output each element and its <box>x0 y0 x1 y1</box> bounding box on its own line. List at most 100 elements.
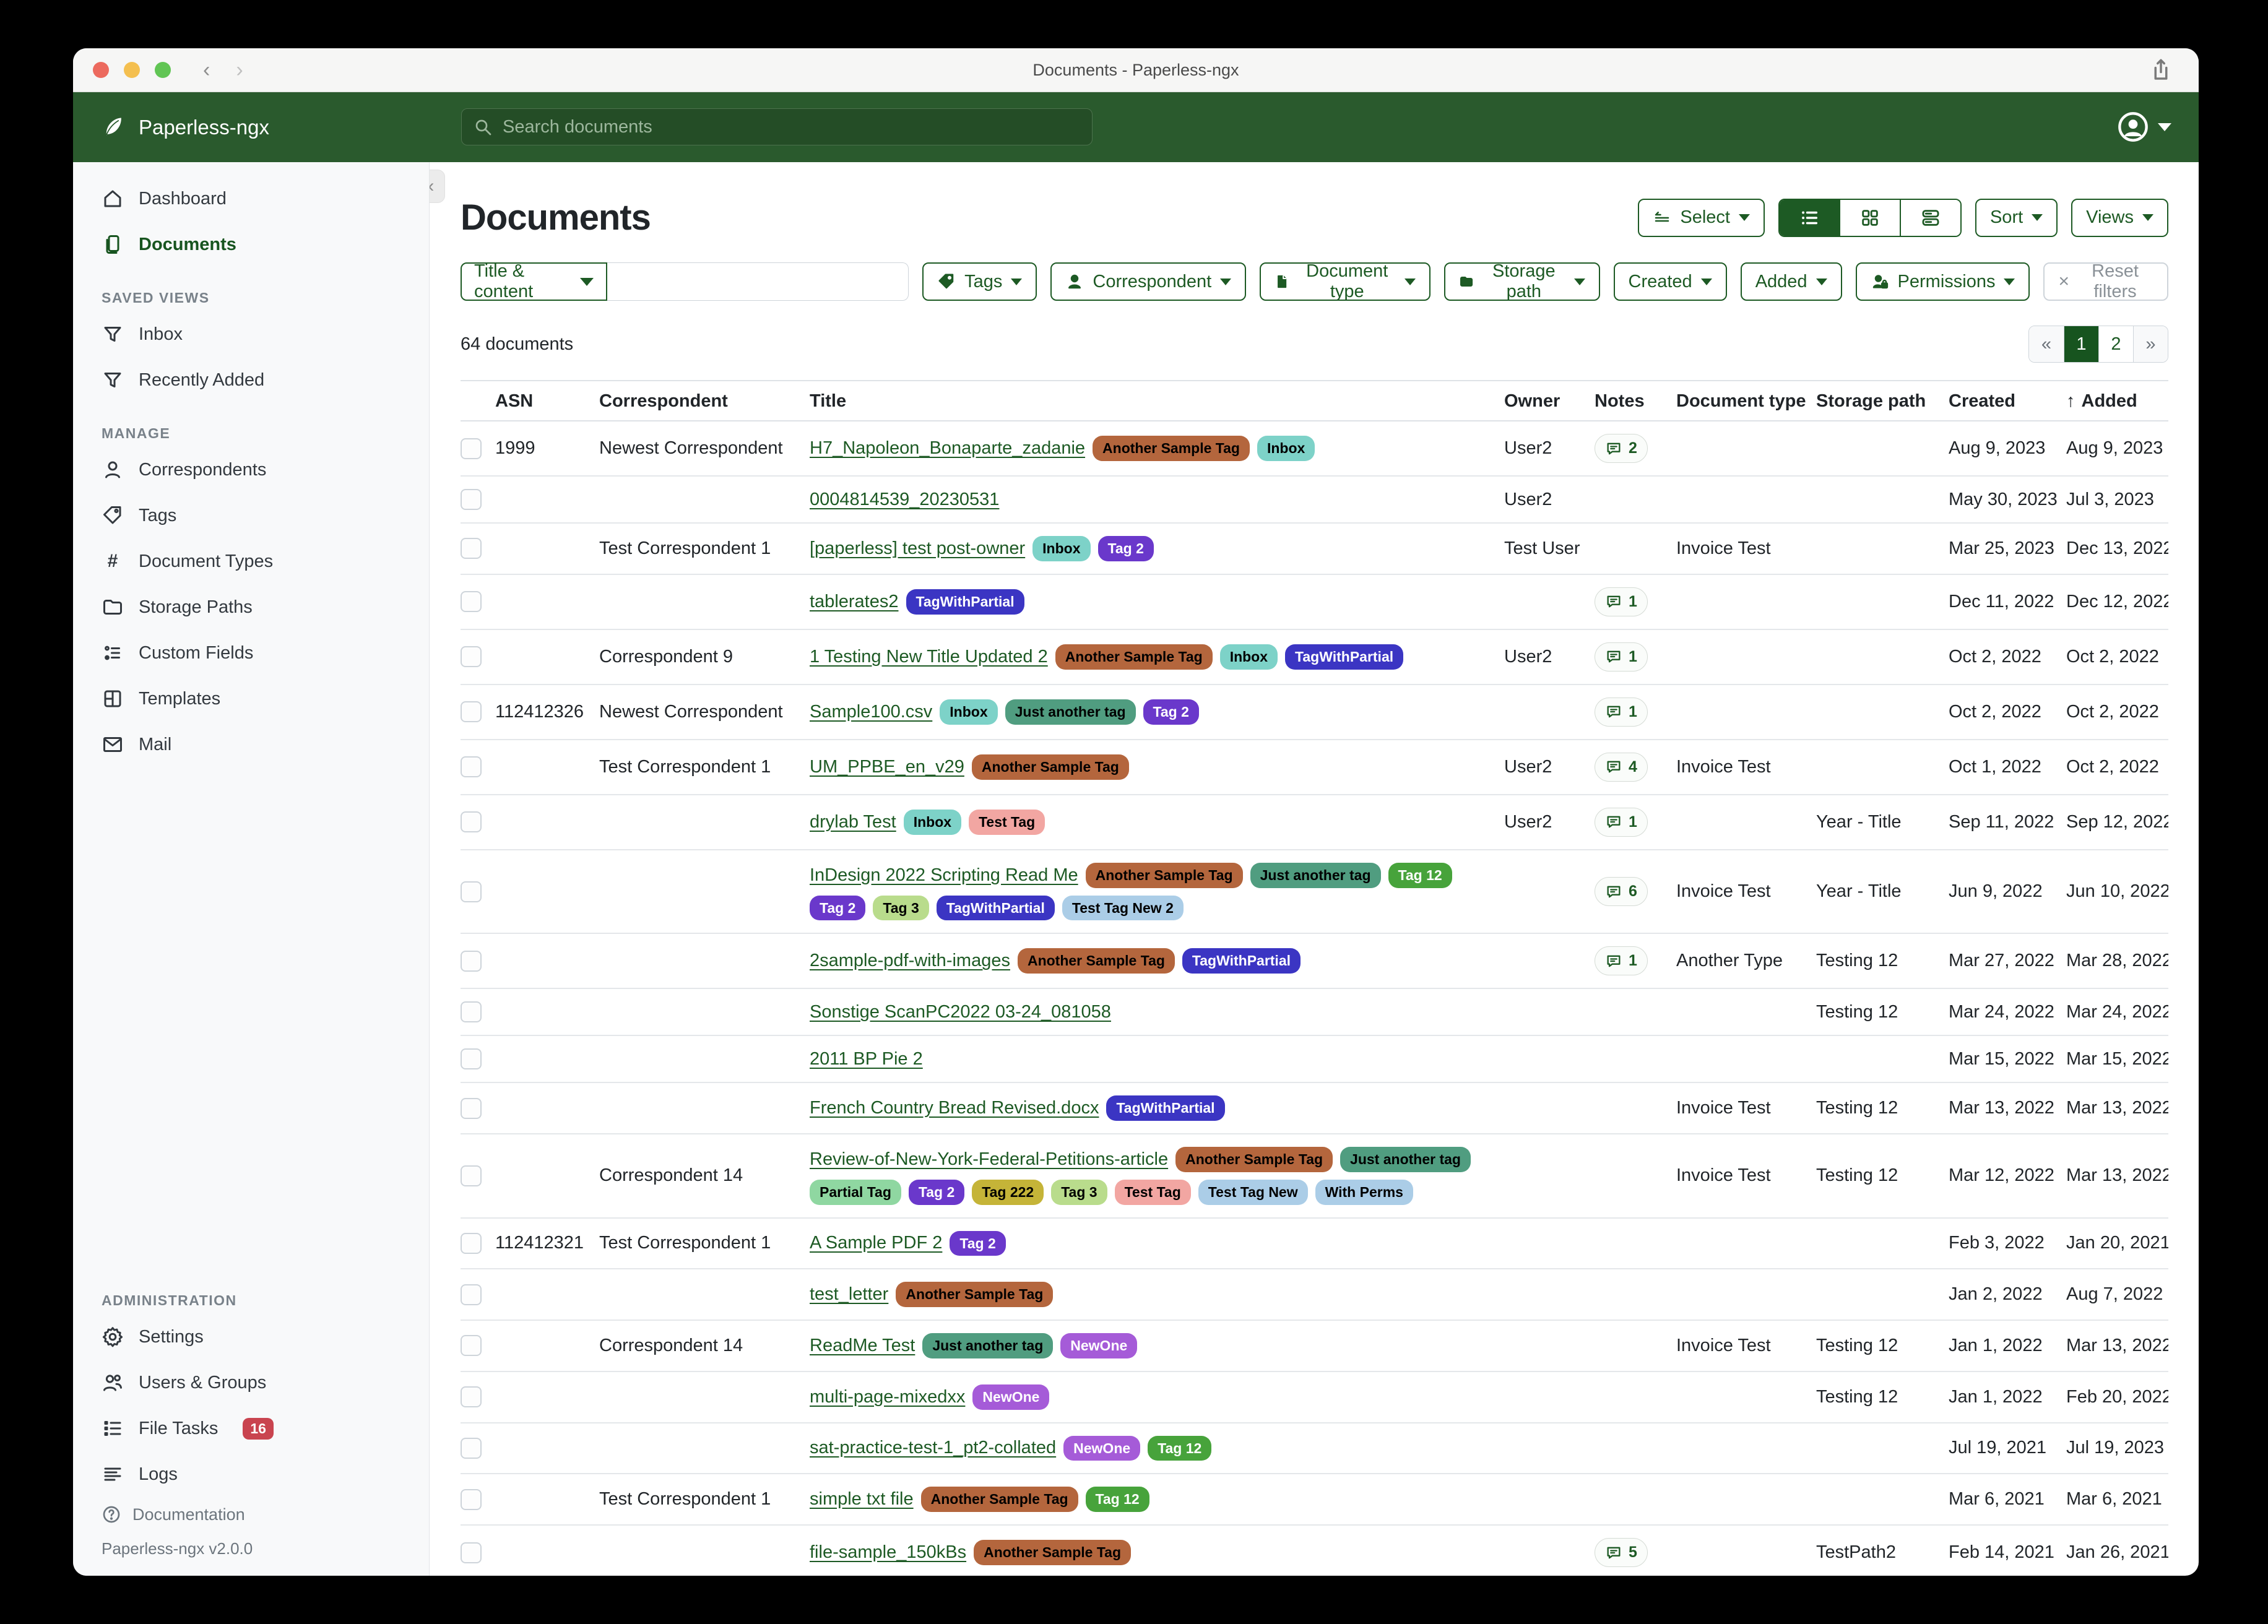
notes-badge[interactable]: 1 <box>1595 642 1648 672</box>
pagination-next-button[interactable]: » <box>2133 326 2168 362</box>
sidebar-item-recently-added[interactable]: Recently Added <box>73 357 429 403</box>
tag-another-sample-tag[interactable]: Another Sample Tag <box>1175 1147 1333 1172</box>
reset-filters-button[interactable]: ×Reset filters <box>2043 262 2168 301</box>
notes-badge[interactable]: 5 <box>1595 1538 1648 1567</box>
column-header-storage-path[interactable]: Storage path <box>1816 381 1949 421</box>
column-header-correspondent[interactable]: Correspondent <box>599 381 810 421</box>
row-checkbox[interactable] <box>461 489 482 510</box>
column-header-notes[interactable]: Notes <box>1595 381 1676 421</box>
views-button[interactable]: Views <box>2071 199 2168 237</box>
row-checkbox[interactable] <box>461 1542 482 1563</box>
tag-newone[interactable]: NewOne <box>972 1384 1049 1410</box>
search-field-selector[interactable]: Title & content <box>461 262 607 301</box>
sidebar-item-templates[interactable]: Templates <box>73 676 429 722</box>
document-link[interactable]: 2011 BP Pie 2 <box>810 1049 923 1069</box>
tag-inbox[interactable]: Inbox <box>904 810 961 835</box>
column-header-title[interactable]: Title <box>810 381 1504 421</box>
select-button[interactable]: Select <box>1638 199 1765 237</box>
tag-with-perms[interactable]: With Perms <box>1315 1180 1413 1205</box>
document-link[interactable]: 1 Testing New Title Updated 2 <box>810 647 1048 667</box>
tag-another-sample-tag[interactable]: Another Sample Tag <box>1093 436 1250 461</box>
tag-another-sample-tag[interactable]: Another Sample Tag <box>921 1487 1078 1512</box>
row-checkbox[interactable] <box>461 1284 482 1305</box>
notes-badge[interactable]: 1 <box>1595 808 1648 837</box>
tag-tag-2[interactable]: Tag 2 <box>909 1180 964 1205</box>
sidebar-item-correspondents[interactable]: Correspondents <box>73 447 429 493</box>
notes-badge[interactable]: 1 <box>1595 698 1648 727</box>
document-link[interactable]: Sample100.csv <box>810 702 932 722</box>
row-checkbox[interactable] <box>461 1048 482 1069</box>
row-checkbox[interactable] <box>461 881 482 902</box>
sidebar-item-document-types[interactable]: #Document Types <box>73 538 429 584</box>
tag-tag-12[interactable]: Tag 12 <box>1086 1487 1149 1512</box>
filter-permissions-button[interactable]: Permissions <box>1856 262 2030 301</box>
notes-badge[interactable]: 1 <box>1595 946 1648 975</box>
tag-test-tag[interactable]: Test Tag <box>969 810 1045 835</box>
filter-correspondent-button[interactable]: Correspondent <box>1050 262 1246 301</box>
sidebar-collapse-button[interactable]: « <box>430 170 445 203</box>
document-link[interactable]: drylab Test <box>810 812 896 832</box>
tag-tag-2[interactable]: Tag 2 <box>950 1231 1005 1256</box>
tag-another-sample-tag[interactable]: Another Sample Tag <box>972 754 1129 780</box>
tag-partial-tag[interactable]: Partial Tag <box>810 1180 901 1205</box>
row-checkbox[interactable] <box>461 1438 482 1459</box>
app-brand[interactable]: Paperless-ngx <box>99 114 269 141</box>
sidebar-item-logs[interactable]: Logs <box>73 1451 429 1497</box>
document-link[interactable]: H7_Napoleon_Bonaparte_zadanie <box>810 438 1085 459</box>
share-icon[interactable] <box>2148 57 2174 83</box>
sidebar-item-inbox[interactable]: Inbox <box>73 311 429 357</box>
tag-tag-3[interactable]: Tag 3 <box>1051 1180 1107 1205</box>
row-checkbox[interactable] <box>461 1335 482 1356</box>
tag-tag-3[interactable]: Tag 3 <box>873 896 928 921</box>
sidebar-item-dashboard[interactable]: Dashboard <box>73 176 429 222</box>
column-header-document-type[interactable]: Document type <box>1676 381 1816 421</box>
row-checkbox[interactable] <box>461 646 482 667</box>
row-checkbox[interactable] <box>461 1233 482 1254</box>
document-link[interactable]: file-sample_150kBs <box>810 1542 966 1563</box>
document-link[interactable]: 0004814539_20230531 <box>810 490 999 510</box>
row-checkbox[interactable] <box>461 591 482 612</box>
notes-badge[interactable]: 1 <box>1595 587 1648 616</box>
tag-tag-2[interactable]: Tag 2 <box>810 896 865 921</box>
document-link[interactable]: test_letter <box>810 1284 888 1305</box>
tag-another-sample-tag[interactable]: Another Sample Tag <box>1055 644 1213 670</box>
sidebar-item-file-tasks[interactable]: File Tasks16 <box>73 1406 429 1451</box>
document-link[interactable]: 2sample-pdf-with-images <box>810 951 1010 971</box>
document-link[interactable]: simple txt file <box>810 1489 914 1510</box>
notes-badge[interactable]: 6 <box>1595 877 1648 906</box>
row-checkbox[interactable] <box>461 1386 482 1407</box>
column-header-created[interactable]: Created <box>1949 381 2066 421</box>
sidebar-item-custom-fields[interactable]: Custom Fields <box>73 630 429 676</box>
filter-added-button[interactable]: Added <box>1741 262 1842 301</box>
sort-button[interactable]: Sort <box>1975 199 2058 237</box>
column-header-owner[interactable]: Owner <box>1504 381 1595 421</box>
filter-document-type-button[interactable]: Document type <box>1260 262 1430 301</box>
sidebar-item-tags[interactable]: Tags <box>73 493 429 538</box>
document-link[interactable]: French Country Bread Revised.docx <box>810 1098 1099 1118</box>
row-checkbox[interactable] <box>461 756 482 777</box>
column-header-added[interactable]: ↑Added <box>2066 381 2168 421</box>
tag-tagwithpartial[interactable]: TagWithPartial <box>1106 1095 1224 1121</box>
tag-test-tag-new-2[interactable]: Test Tag New 2 <box>1062 896 1184 921</box>
pagination-page-1[interactable]: 1 <box>2064 326 2098 362</box>
detail-view-button[interactable] <box>1900 200 1960 236</box>
tag-test-tag-new[interactable]: Test Tag New <box>1198 1180 1308 1205</box>
sidebar-item-documents[interactable]: Documents <box>73 222 429 267</box>
tag-another-sample-tag[interactable]: Another Sample Tag <box>1086 863 1243 888</box>
sidebar-item-storage-paths[interactable]: Storage Paths <box>73 584 429 630</box>
document-link[interactable]: ReadMe Test <box>810 1336 915 1356</box>
tag-inbox[interactable]: Inbox <box>1032 536 1090 561</box>
row-checkbox[interactable] <box>461 1001 482 1022</box>
row-checkbox[interactable] <box>461 701 482 722</box>
tag-tagwithpartial[interactable]: TagWithPartial <box>906 589 1024 615</box>
tag-tagwithpartial[interactable]: TagWithPartial <box>1285 644 1403 670</box>
tag-just-another-tag[interactable]: Just another tag <box>1250 863 1381 888</box>
notes-badge[interactable]: 2 <box>1595 434 1648 463</box>
document-link[interactable]: Sonstige ScanPC2022 03-24_081058 <box>810 1002 1111 1022</box>
tag-tag-12[interactable]: Tag 12 <box>1388 863 1452 888</box>
filter-tags-button[interactable]: Tags <box>922 262 1037 301</box>
tag-tag-2[interactable]: Tag 2 <box>1098 536 1154 561</box>
tag-another-sample-tag[interactable]: Another Sample Tag <box>896 1282 1053 1307</box>
tag-inbox[interactable]: Inbox <box>1257 436 1315 461</box>
sidebar-item-settings[interactable]: Settings <box>73 1314 429 1360</box>
